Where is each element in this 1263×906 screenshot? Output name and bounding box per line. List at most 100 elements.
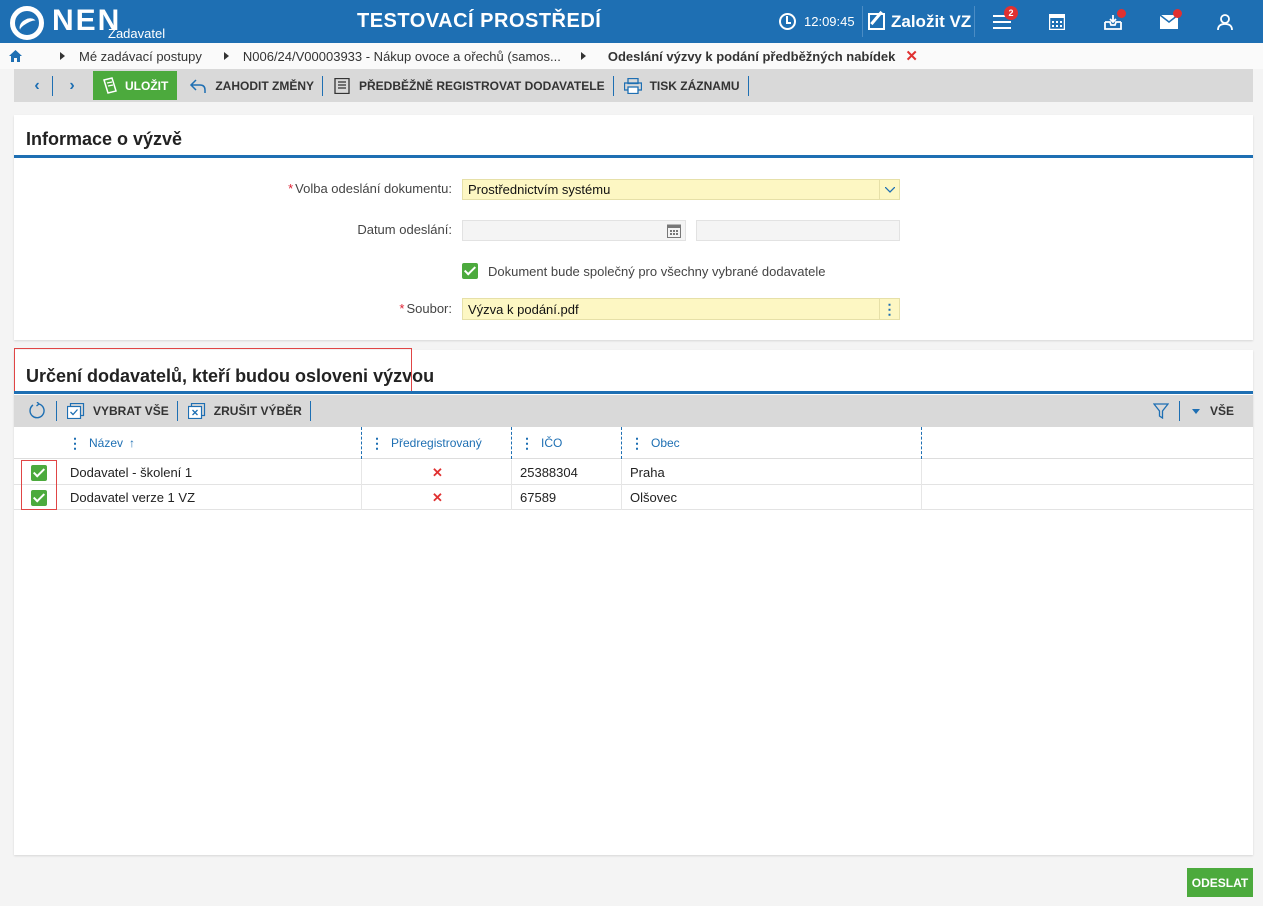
send-option-select[interactable]: Prostřednictvím systému [462, 179, 900, 200]
cell-divider [511, 460, 512, 485]
section-rule [14, 155, 1253, 158]
printer-icon [623, 77, 642, 94]
clear-selection-button[interactable]: ZRUŠIT VÝBĚR [178, 403, 310, 419]
supplier-name: Dodavatel verze 1 VZ [70, 490, 196, 505]
column-divider[interactable] [511, 427, 512, 459]
print-record-button[interactable]: TISK ZÁZNAMU [614, 77, 748, 94]
send-date-label: Datum odeslání: [357, 222, 452, 237]
column-header-name[interactable]: ⋮ Název ↑ [68, 427, 135, 459]
required-marker: * [399, 301, 405, 316]
preregister-suppliers-label: PŘEDBĚŽNĚ REGISTROVAT DODAVATELE [359, 78, 605, 93]
undo-icon [190, 78, 207, 93]
more-options-icon[interactable]: ⋮ [879, 299, 899, 319]
divider [747, 75, 749, 96]
user-icon [1217, 13, 1233, 30]
table-row[interactable]: Dodavatel verze 1 VZ ✕ 67589 Olšovec [14, 485, 1253, 510]
divider [309, 401, 311, 421]
supplier-ico: 67589 [520, 490, 557, 505]
clock-icon [779, 13, 796, 30]
breadcrumb-arrow-icon [223, 52, 229, 60]
suppliers-panel: Určení dodavatelů, kteří budou osloveni … [14, 348, 1253, 855]
clock-time: 12:09:45 [804, 14, 855, 29]
shared-document-label: Dokument bude společný pro všechny vybra… [488, 263, 826, 279]
cell-divider [511, 485, 512, 510]
breadcrumb-link-my-procedures[interactable]: Mé zadávací postupy [79, 49, 202, 64]
divider [52, 75, 53, 96]
supplier-city: Olšovec [630, 490, 677, 505]
column-menu-icon[interactable]: ⋮ [520, 435, 534, 452]
file-field[interactable]: Výzva k podání.pdf ⋮ [462, 298, 900, 320]
save-button[interactable]: ULOŽIT [93, 71, 178, 100]
edit-icon [868, 13, 885, 30]
preregister-suppliers-button[interactable]: PŘEDBĚŽNĚ REGISTROVAT DODAVATELE [323, 77, 613, 94]
messages-button[interactable] [1149, 0, 1189, 43]
logo-circle-icon [10, 6, 44, 40]
close-icon[interactable]: ✕ [905, 47, 918, 65]
send-date-input[interactable] [462, 220, 686, 241]
not-preregistered-icon: ✕ [432, 464, 443, 480]
file-label: * Soubor: [214, 301, 452, 316]
send-button[interactable]: ODESLAT [1187, 868, 1253, 897]
document-list-icon [334, 77, 350, 94]
supplier-name: Dodavatel - školení 1 [70, 465, 193, 480]
nen-logo[interactable]: NEN Zadavatel [10, 4, 165, 41]
column-header-ico[interactable]: ⋮ IČO [520, 427, 562, 459]
column-divider[interactable] [361, 427, 362, 459]
call-info-panel: Informace o výzvě * Volba odeslání dokume… [14, 115, 1253, 340]
calendar-icon[interactable] [667, 224, 681, 238]
chevron-down-icon[interactable] [879, 180, 899, 199]
breadcrumb-link-procedure[interactable]: N006/24/V00003933 - Nákup ovoce a ořechů… [243, 49, 561, 64]
menu-button[interactable]: 2 [982, 0, 1022, 43]
menu-badge: 2 [1004, 6, 1018, 20]
inbox-button[interactable] [1093, 0, 1133, 43]
column-name-label: Název [89, 436, 124, 450]
column-menu-icon[interactable]: ⋮ [370, 435, 384, 452]
cell-divider [921, 460, 922, 485]
breadcrumb: Mé zadávací postupy N006/24/V00003933 - … [0, 43, 1263, 69]
select-all-icon [67, 403, 85, 419]
select-all-button[interactable]: VYBRAT VŠE [57, 403, 177, 419]
breadcrumb-arrow-icon [580, 52, 586, 60]
breadcrumb-arrow-icon [60, 52, 65, 60]
shared-document-checkbox[interactable] [462, 263, 478, 279]
column-divider[interactable] [921, 427, 922, 459]
divider [862, 6, 863, 37]
column-preregistered-label: Předregistrovaný [391, 436, 482, 450]
column-header-city[interactable]: ⋮ Obec [630, 427, 680, 459]
discard-changes-button[interactable]: ZAHODIT ZMĚNY [181, 78, 322, 94]
sort-ascending-icon: ↑ [129, 436, 136, 450]
select-all-label: VYBRAT VŠE [93, 404, 169, 418]
calculator-button[interactable] [1037, 0, 1077, 43]
create-contract-button[interactable]: Založit VZ [868, 0, 971, 43]
supplier-ico: 25388304 [520, 465, 578, 480]
print-record-label: TISK ZÁZNAMU [649, 78, 740, 93]
session-clock: 12:09:45 [779, 0, 855, 43]
column-city-label: Obec [651, 436, 680, 450]
send-option-label: * Volba odeslání dokumentu: [214, 181, 452, 196]
filter-scope-dropdown[interactable]: VŠE [1191, 404, 1234, 418]
filter-scope-value: VŠE [1209, 404, 1234, 418]
column-menu-icon[interactable]: ⋮ [68, 435, 82, 452]
user-button[interactable] [1205, 0, 1245, 43]
section-title-info: Informace o výzvě [26, 129, 183, 149]
section-rule [14, 391, 1253, 394]
table-row[interactable]: Dodavatel - školení 1 ✕ 25388304 Praha [14, 460, 1253, 485]
filter-icon[interactable] [1152, 403, 1169, 419]
column-menu-icon[interactable]: ⋮ [630, 435, 644, 452]
send-time-input[interactable] [696, 220, 900, 241]
home-icon[interactable] [9, 50, 22, 62]
calculator-icon [1049, 13, 1065, 30]
back-chevron-icon[interactable]: ‹ [28, 77, 46, 95]
column-header-preregistered[interactable]: ⋮ Předregistrovaný [370, 427, 482, 459]
file-name: Výzva k podání.pdf [468, 301, 579, 317]
environment-title: TESTOVACÍ PROSTŘEDÍ [357, 10, 602, 32]
column-divider[interactable] [621, 427, 622, 459]
shared-document-option[interactable]: Dokument bude společný pro všechny vybra… [462, 263, 826, 279]
divider [1178, 401, 1180, 421]
forward-chevron-icon[interactable]: › [63, 77, 81, 95]
caret-down-icon [1191, 408, 1200, 414]
not-preregistered-icon: ✕ [432, 489, 443, 505]
grid-header: ⋮ Název ↑ ⋮ Předregistrovaný ⋮ IČO ⋮ Obec [14, 427, 1253, 459]
refresh-icon[interactable] [28, 402, 46, 420]
cell-divider [921, 485, 922, 510]
